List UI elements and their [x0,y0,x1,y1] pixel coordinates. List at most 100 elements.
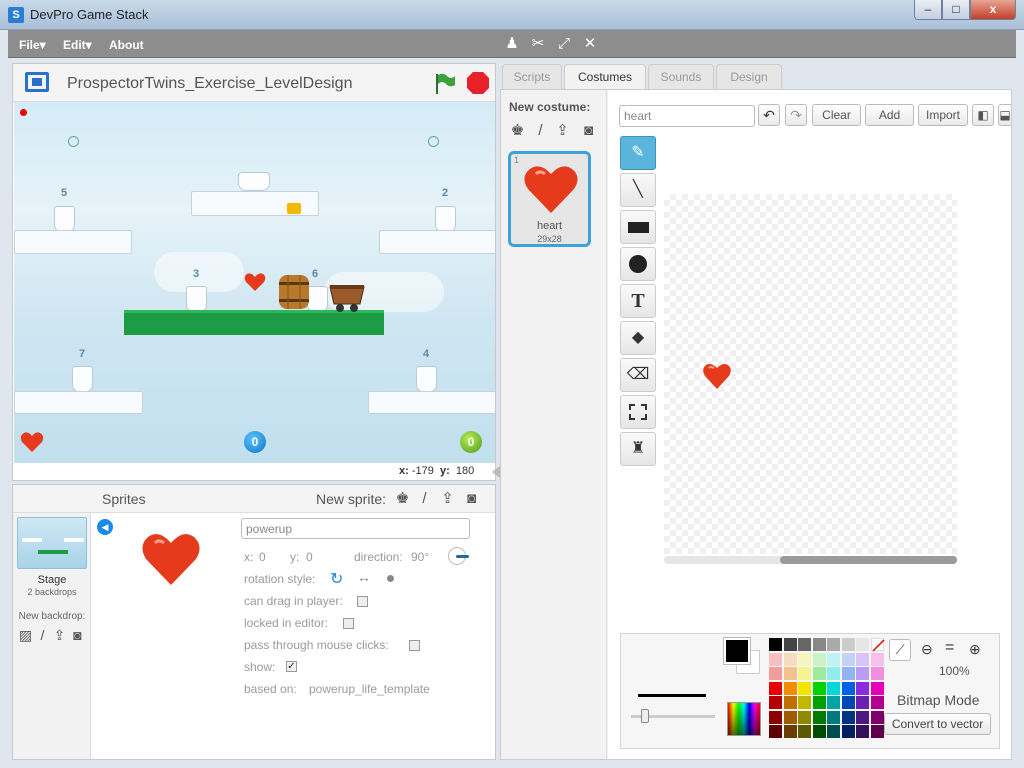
color-swatch[interactable] [812,681,826,695]
fullscreen-icon[interactable] [25,72,49,92]
color-swatch[interactable] [783,696,797,709]
color-swatch[interactable] [870,696,884,709]
color-swatch[interactable] [827,725,840,738]
tab-design[interactable]: Design [716,64,782,90]
import-button[interactable]: Import [918,104,968,126]
color-swatch[interactable] [783,725,797,738]
horizontal-scrollbar[interactable] [664,556,957,564]
can-drag-checkbox[interactable] [357,596,368,607]
color-swatch[interactable] [856,652,869,666]
upload-icon[interactable]: ⇪ [554,123,571,138]
color-swatch[interactable] [856,710,869,724]
color-swatch[interactable] [827,667,840,680]
eraser-icon[interactable]: ⌫ [620,358,656,392]
color-swatch[interactable] [812,725,826,738]
green-flag-icon[interactable] [433,72,457,96]
color-swatch[interactable] [769,652,782,666]
zoom-out-icon[interactable]: ⊖ [921,641,933,658]
color-swatch[interactable] [798,667,811,680]
color-swatch[interactable] [798,725,811,738]
select-icon[interactable] [620,395,656,429]
pass-through-checkbox[interactable] [409,640,420,651]
zoom-reset-icon[interactable]: = [945,639,954,657]
color-swatch[interactable] [856,667,869,680]
locked-checkbox[interactable] [343,618,354,629]
stop-icon[interactable] [466,71,490,95]
color-swatch[interactable] [769,696,782,709]
color-swatch[interactable] [769,725,782,738]
color-swatch[interactable] [856,696,869,709]
color-swatch[interactable] [870,681,884,695]
add-button[interactable]: Add [865,104,914,126]
color-swatch[interactable] [841,652,855,666]
edit-menu[interactable]: Edit▾ [63,38,92,52]
color-swatch[interactable] [841,681,855,695]
color-swatch[interactable] [769,667,782,680]
paint-brush-icon[interactable]: / [532,123,549,138]
color-swatch[interactable] [827,681,840,695]
color-swatch[interactable] [812,667,826,680]
color-swatch[interactable] [812,638,826,651]
color-swatch[interactable] [769,681,782,695]
undo-icon[interactable]: ↶ [758,104,780,126]
color-swatch[interactable] [798,638,811,651]
shrink-icon[interactable]: ✕ [580,35,600,53]
color-swatch[interactable] [769,710,782,724]
stage-thumbnail[interactable] [17,517,87,569]
color-swatch[interactable] [798,681,811,695]
dont-rotate-icon[interactable] [387,575,394,582]
color-swatch[interactable] [827,638,840,651]
flip-horizontal-icon[interactable]: ◧ [972,104,994,126]
camera-icon[interactable]: ◙ [580,123,597,138]
color-swatch[interactable] [856,681,869,695]
stamp-icon[interactable]: ♜ [620,432,656,466]
about-menu[interactable]: About [109,38,144,52]
flip-vertical-icon[interactable]: ⬓ [998,104,1011,126]
color-swatch[interactable] [841,696,855,709]
color-swatch[interactable] [841,725,855,738]
paint-brush-icon[interactable]: / [34,628,51,642]
color-swatch[interactable] [841,638,855,651]
no-color-swatch[interactable] [870,638,885,652]
backdrop-library-icon[interactable]: ▨ [17,628,34,642]
back-arrow-icon[interactable]: ◀ [97,519,113,535]
maximize-button[interactable]: □ [942,0,970,20]
color-swatch[interactable] [783,638,797,651]
color-swatch[interactable] [870,725,884,738]
primary-color[interactable] [724,638,750,664]
line-width-slider[interactable] [631,709,715,723]
color-swatch[interactable] [769,638,782,651]
camera-icon[interactable]: ◙ [69,628,86,642]
eyedropper-icon[interactable]: ⟋ [889,639,911,661]
fill-icon[interactable]: ◆ [620,321,656,355]
minimize-button[interactable]: – [914,0,942,20]
color-swatch[interactable] [812,696,826,709]
color-swatch[interactable] [856,638,869,651]
color-swatch[interactable] [812,652,826,666]
paint-brush-icon[interactable]: / [416,491,433,506]
stage-canvas[interactable]: 5 2 3 6 7 4 0 0 [14,102,495,463]
close-button[interactable]: x [970,0,1016,20]
color-swatch[interactable] [783,681,797,695]
direction-dial[interactable] [448,547,469,565]
color-swatch[interactable] [856,725,869,738]
left-right-icon[interactable]: ↔ [357,569,371,585]
color-swatch[interactable] [827,696,840,709]
color-swatch[interactable] [841,710,855,724]
duplicate-icon[interactable]: ♟ [502,35,522,53]
rectangle-icon[interactable] [620,210,656,244]
color-swatch[interactable] [870,710,884,724]
show-checkbox[interactable]: ✓ [286,661,297,672]
color-swatch[interactable] [827,652,840,666]
heart-powerup[interactable] [244,272,266,292]
color-swatch[interactable] [798,652,811,666]
brush-icon[interactable]: ✎ [620,136,656,170]
redo-icon[interactable]: ↷ [785,104,807,126]
tab-scripts[interactable]: Scripts [502,64,562,90]
cut-icon[interactable]: ✂ [528,35,548,53]
color-swatch[interactable] [827,710,840,724]
color-swatch[interactable] [870,652,884,666]
upload-icon[interactable]: ⇪ [51,628,68,642]
rotate-all-around-icon[interactable]: ↻ [330,569,343,589]
costume-library-icon[interactable]: ♚ [509,123,526,138]
